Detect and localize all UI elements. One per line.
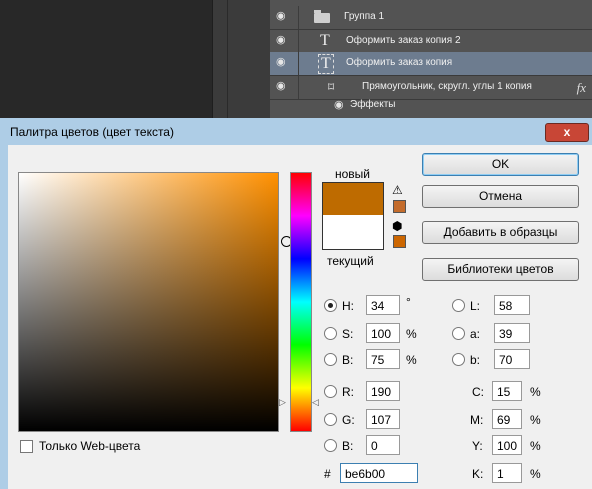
- current-color-swatch[interactable]: [323, 215, 383, 249]
- layer-name: Эффекты: [350, 99, 396, 110]
- slider-arrow-right-icon[interactable]: ◁: [312, 397, 319, 408]
- h-unit: °: [406, 295, 411, 309]
- layer-name: Прямоугольник, скругл. углы 1 копия: [362, 81, 532, 92]
- layer-row-text-copy[interactable]: ◉ T Оформить заказ копия: [270, 52, 592, 76]
- cancel-button[interactable]: Отмена: [422, 185, 579, 208]
- y-input[interactable]: 100: [492, 435, 522, 455]
- h-input[interactable]: 34: [366, 295, 400, 315]
- y-label: Y:: [472, 439, 483, 453]
- b-unit: %: [406, 353, 417, 367]
- gamut-swatch[interactable]: [393, 200, 406, 213]
- hex-input[interactable]: be6b00: [340, 463, 418, 483]
- eye-icon[interactable]: ◉: [276, 11, 290, 22]
- new-color-label: новый: [335, 167, 371, 181]
- lab-b-input[interactable]: 70: [494, 349, 530, 369]
- dialog-title: Палитра цветов (цвет текста): [10, 125, 174, 139]
- layer-row-effects[interactable]: ◉ Эффекты: [270, 96, 592, 119]
- lab-b-label: b:: [470, 353, 481, 367]
- layer-name: Группа 1: [344, 11, 385, 22]
- g-input[interactable]: 107: [366, 409, 400, 429]
- r-label: R:: [342, 385, 354, 399]
- m-input[interactable]: 69: [492, 409, 522, 429]
- r-input[interactable]: 190: [366, 381, 400, 401]
- close-button[interactable]: x: [545, 123, 589, 142]
- radio-h[interactable]: [324, 299, 337, 312]
- c-label: C:: [472, 385, 484, 399]
- k-input[interactable]: 1: [492, 463, 522, 483]
- web-only-label: Только Web-цвета: [39, 439, 141, 453]
- gamut-warning-icon[interactable]: ⚠: [392, 183, 403, 197]
- s-label: S:: [342, 327, 354, 341]
- text-layer-icon: T: [320, 32, 330, 49]
- shape-layer-icon: ⌑: [328, 80, 335, 94]
- eye-icon[interactable]: ◉: [276, 57, 290, 68]
- b-label: B:: [342, 353, 354, 367]
- rgb-b-label: B:: [342, 439, 354, 453]
- a-input[interactable]: 39: [494, 323, 530, 343]
- hue-slider[interactable]: [290, 172, 312, 432]
- add-to-swatches-button[interactable]: Добавить в образцы: [422, 221, 579, 244]
- color-libraries-button[interactable]: Библиотеки цветов: [422, 258, 579, 281]
- radio-b[interactable]: [324, 353, 337, 366]
- hex-label: #: [324, 467, 331, 481]
- radio-a[interactable]: [452, 327, 465, 340]
- ok-button[interactable]: OK: [422, 153, 579, 176]
- eye-icon[interactable]: ◉: [334, 100, 348, 111]
- s-unit: %: [406, 327, 417, 341]
- web-safe-swatch[interactable]: [393, 235, 406, 248]
- k-unit: %: [530, 467, 541, 481]
- dialog-body: ▷ ◁ Только Web-цвета новый текущий ⚠ ⬢ O…: [8, 145, 592, 489]
- color-preview: [322, 182, 384, 250]
- a-label: a:: [470, 327, 481, 341]
- layer-name: Оформить заказ копия 2: [346, 35, 461, 46]
- radio-s[interactable]: [324, 327, 337, 340]
- eye-icon[interactable]: ◉: [276, 35, 290, 46]
- canvas-area: [0, 0, 212, 118]
- c-input[interactable]: 15: [492, 381, 522, 401]
- folder-icon: [314, 10, 330, 23]
- layers-panel: ◉ Группа 1 ◉ T Оформить заказ копия 2 ◉ …: [270, 0, 592, 118]
- y-unit: %: [530, 439, 541, 453]
- panel-strip: [212, 0, 271, 118]
- radio-l[interactable]: [452, 299, 465, 312]
- radio-g[interactable]: [324, 413, 337, 426]
- b-input[interactable]: 75: [366, 349, 400, 369]
- radio-r[interactable]: [324, 385, 337, 398]
- radio-lab-b[interactable]: [452, 353, 465, 366]
- l-input[interactable]: 58: [494, 295, 530, 315]
- layer-row-text-copy-2[interactable]: ◉ T Оформить заказ копия 2: [270, 30, 592, 54]
- c-unit: %: [530, 385, 541, 399]
- rgb-b-input[interactable]: 0: [366, 435, 400, 455]
- k-label: K:: [472, 467, 484, 481]
- h-label: H:: [342, 299, 354, 313]
- g-label: G:: [342, 413, 355, 427]
- eye-icon[interactable]: ◉: [276, 81, 290, 92]
- web-cube-icon[interactable]: ⬢: [392, 219, 402, 233]
- title-bar[interactable]: Палитра цветов (цвет текста) x: [0, 118, 592, 144]
- fx-icon[interactable]: fx: [577, 80, 586, 96]
- color-field[interactable]: [18, 172, 292, 432]
- m-label: M:: [470, 413, 484, 427]
- current-color-label: текущий: [327, 254, 374, 268]
- color-picker-dialog: Палитра цветов (цвет текста) x ▷ ◁ Тольк…: [0, 118, 592, 489]
- layer-name: Оформить заказ копия: [346, 57, 453, 68]
- s-input[interactable]: 100: [366, 323, 400, 343]
- m-unit: %: [530, 413, 541, 427]
- slider-arrow-left-icon[interactable]: ▷: [279, 397, 286, 408]
- radio-rgb-b[interactable]: [324, 439, 337, 452]
- l-label: L:: [470, 299, 481, 313]
- text-layer-icon: T: [318, 54, 334, 74]
- new-color-swatch: [323, 183, 383, 215]
- checkbox-icon[interactable]: [20, 440, 33, 453]
- layer-row-group[interactable]: ◉ Группа 1: [270, 6, 592, 30]
